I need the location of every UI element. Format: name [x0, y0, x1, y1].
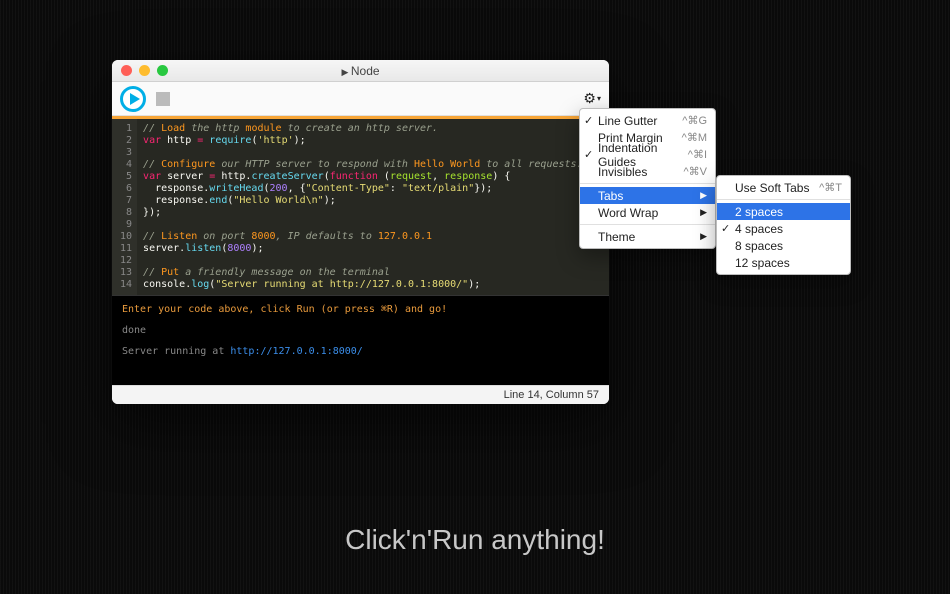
settings-menu-item[interactable]: Tabs ▶: [580, 187, 715, 204]
gear-icon: ⚙: [583, 90, 596, 107]
menu-shortcut: ^⌘T: [819, 181, 842, 194]
menu-item-label: Invisibles: [598, 165, 647, 179]
submenu-arrow-icon: ▶: [700, 190, 707, 201]
tabs-submenu-item[interactable]: 8 spaces: [717, 237, 850, 254]
menu-item-label: 12 spaces: [735, 256, 790, 270]
console-line: done: [122, 325, 599, 336]
window-title: Node: [112, 64, 609, 78]
submenu-arrow-icon: ▶: [700, 231, 707, 242]
tabs-submenu-item[interactable]: Use Soft Tabs ^⌘T: [717, 179, 850, 196]
menu-separator: [580, 183, 715, 184]
submenu-arrow-icon: ▶: [700, 207, 707, 218]
status-bar: Line 14, Column 57: [112, 385, 609, 404]
run-button[interactable]: [120, 86, 146, 112]
menu-separator: [717, 199, 850, 200]
settings-menu-item[interactable]: Invisibles ^⌘V: [580, 163, 715, 180]
code-editor[interactable]: 1234567891011121314 // Load the http mod…: [112, 119, 609, 295]
tagline: Click'n'Run anything!: [0, 524, 950, 556]
settings-menu-item[interactable]: Line Gutter ^⌘G: [580, 112, 715, 129]
tabs-submenu-item[interactable]: 4 spaces: [717, 220, 850, 237]
settings-menu-button[interactable]: ⚙▾: [583, 90, 601, 107]
menu-item-label: 4 spaces: [735, 222, 783, 236]
titlebar[interactable]: Node: [112, 60, 609, 82]
tabs-submenu-item[interactable]: 12 spaces: [717, 254, 850, 271]
menu-shortcut: ^⌘V: [684, 165, 708, 178]
toolbar: ⚙▾: [112, 82, 609, 116]
menu-shortcut: ^⌘G: [682, 114, 707, 127]
menu-item-label: 2 spaces: [735, 205, 783, 219]
menu-shortcut: ^⌘I: [688, 148, 707, 161]
menu-item-label: Tabs: [598, 189, 623, 203]
settings-menu-item[interactable]: Indentation Guides^⌘I: [580, 146, 715, 163]
line-gutter: 1234567891011121314: [112, 119, 137, 295]
settings-menu-item[interactable]: Theme ▶: [580, 228, 715, 245]
menu-separator: [580, 224, 715, 225]
settings-menu-item[interactable]: Word Wrap ▶: [580, 204, 715, 221]
tabs-submenu: Use Soft Tabs ^⌘T 2 spaces 4 spaces 8 spaces…: [716, 175, 851, 275]
menu-item-label: Theme: [598, 230, 635, 244]
tabs-submenu-item[interactable]: 2 spaces: [717, 203, 850, 220]
menu-item-label: Word Wrap: [598, 206, 658, 220]
menu-item-label: Use Soft Tabs: [735, 181, 809, 195]
console-output: Enter your code above, click Run (or pre…: [112, 295, 609, 385]
chevron-down-icon: ▾: [597, 94, 601, 103]
settings-menu: Line Gutter^⌘GPrint Margin^⌘MIndentation…: [579, 108, 716, 249]
app-window: Node ⚙▾ 1234567891011121314 // Load the …: [112, 60, 609, 404]
console-hint: Enter your code above, click Run (or pre…: [122, 304, 599, 315]
stop-button[interactable]: [156, 92, 170, 106]
menu-item-label: Line Gutter: [598, 114, 657, 128]
console-line: Server running at http://127.0.0.1:8000/: [122, 346, 599, 357]
console-url[interactable]: http://127.0.0.1:8000/: [230, 346, 362, 357]
code-content[interactable]: // Load the http module to create an htt…: [137, 119, 589, 295]
menu-item-label: 8 spaces: [735, 239, 783, 253]
